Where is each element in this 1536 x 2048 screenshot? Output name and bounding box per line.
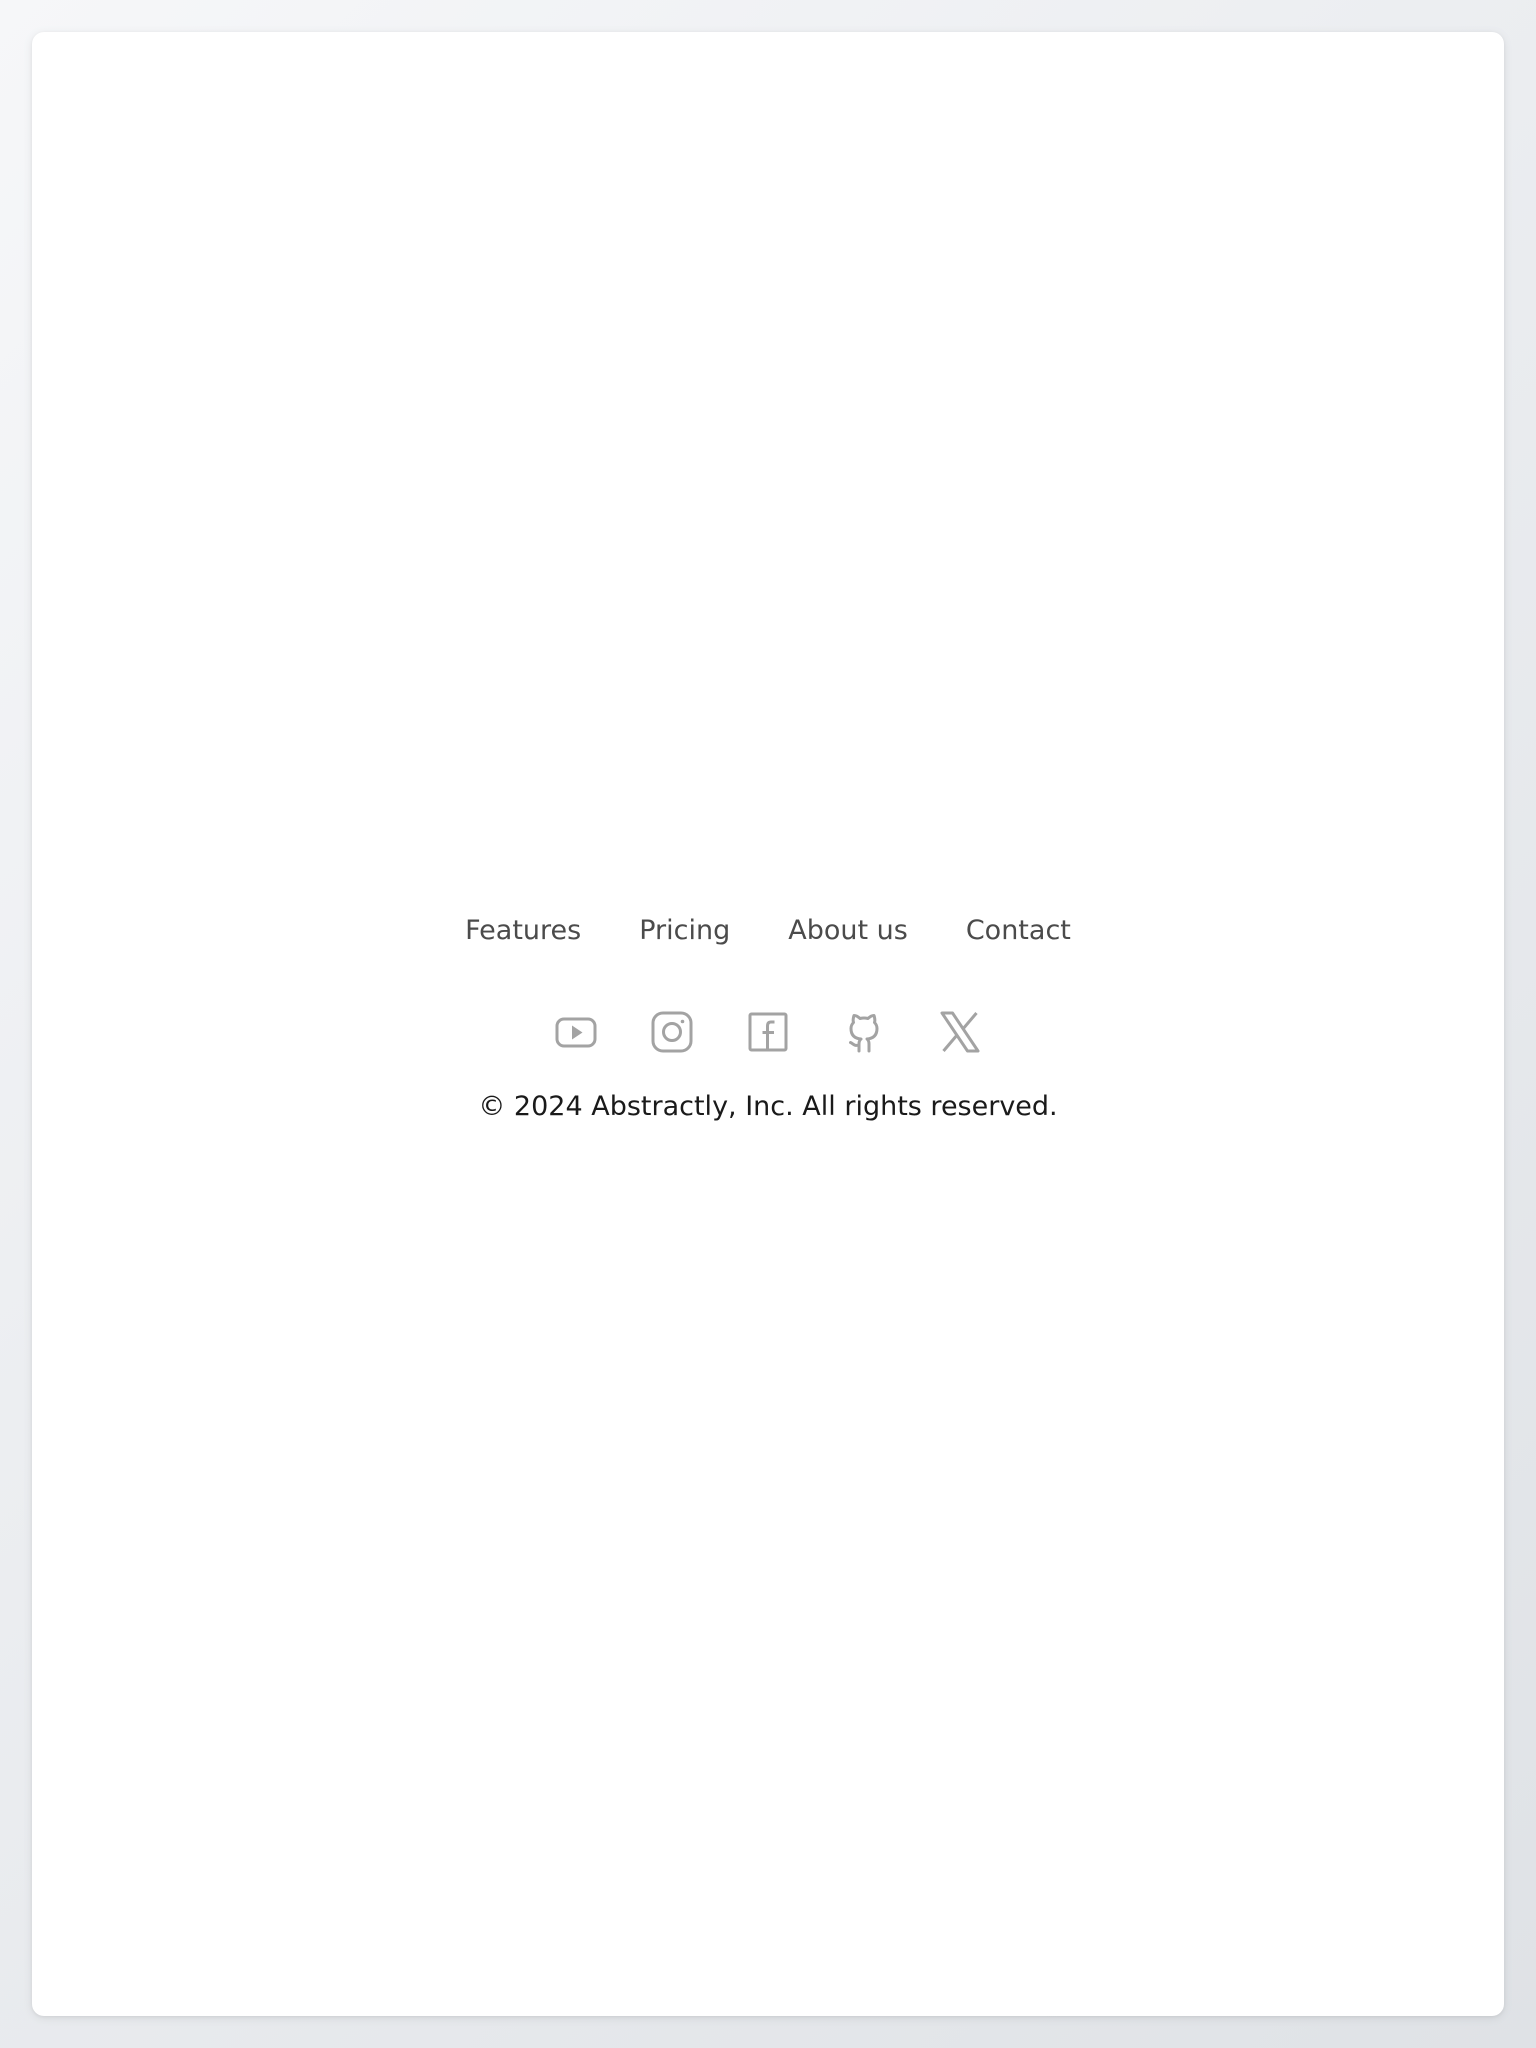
nav-link-contact[interactable]: Contact — [966, 912, 1071, 950]
footer: Features Pricing About us Contact © 2024… — [32, 912, 1504, 1126]
facebook-icon — [748, 1012, 788, 1052]
nav-link-pricing[interactable]: Pricing — [639, 912, 730, 950]
x-icon — [940, 1011, 980, 1053]
nav-link-features[interactable]: Features — [465, 912, 581, 950]
youtube-link[interactable] — [554, 1010, 598, 1054]
github-icon — [849, 1013, 879, 1053]
github-link[interactable] — [842, 1010, 886, 1054]
footer-nav: Features Pricing About us Contact — [465, 912, 1071, 950]
x-link[interactable] — [938, 1010, 982, 1054]
youtube-icon — [555, 1017, 597, 1048]
nav-link-about-us[interactable]: About us — [788, 912, 908, 950]
copyright-text: © 2024 Abstractly, Inc. All rights reser… — [478, 1090, 1058, 1122]
page-card: Features Pricing About us Contact © 2024… — [32, 32, 1504, 2016]
social-links — [554, 1010, 982, 1054]
instagram-icon — [651, 1011, 693, 1053]
facebook-link[interactable] — [746, 1010, 790, 1054]
instagram-link[interactable] — [650, 1010, 694, 1054]
